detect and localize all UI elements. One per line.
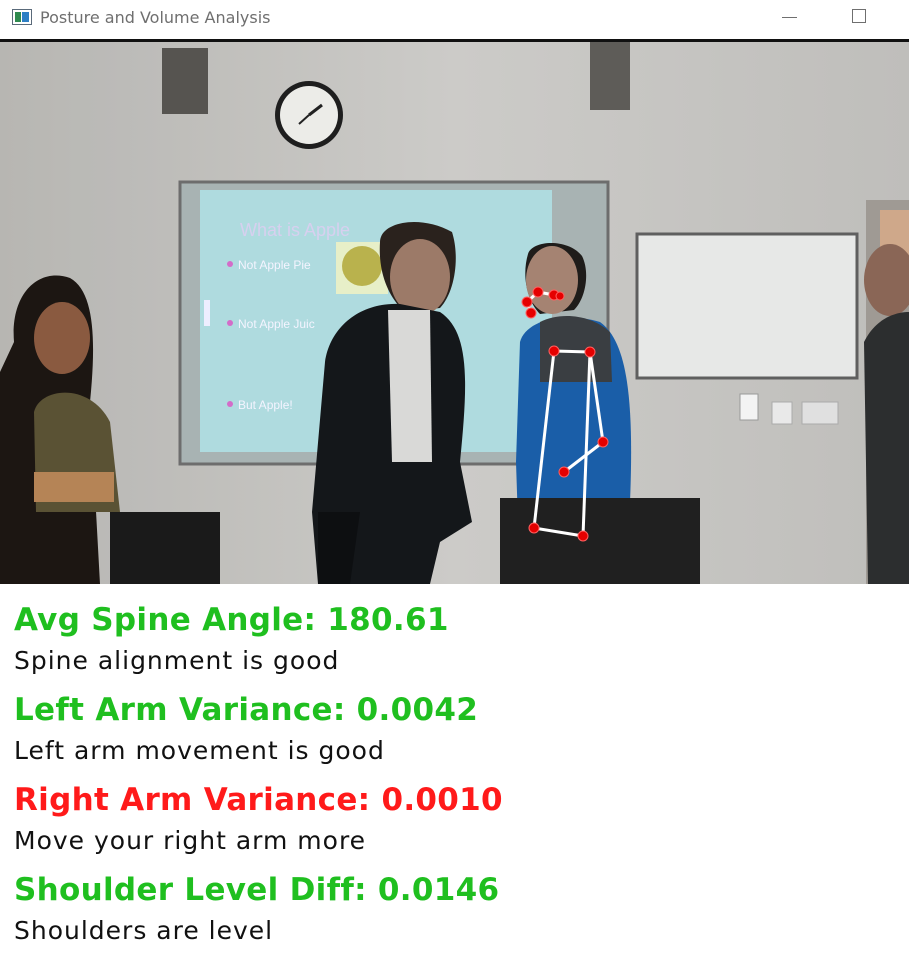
title-bar: Posture and Volume Analysis xyxy=(0,0,909,38)
joint-eye-left xyxy=(521,296,533,308)
wall-clock xyxy=(275,81,343,149)
video-frame: What is Apple Not Apple Pie Not Apple Ju… xyxy=(0,42,909,584)
minimize-icon[interactable] xyxy=(782,17,797,18)
slide-bullet-3: But Apple! xyxy=(238,398,293,412)
analysis-panel: Avg Spine Angle: 180.61 Spine alignment … xyxy=(0,584,909,976)
joint-elbow xyxy=(597,436,609,448)
joint-mouth xyxy=(525,307,537,319)
metric-spine-angle: Avg Spine Angle: 180.61 xyxy=(14,602,449,638)
metric-shoulder-level-diff: Shoulder Level Diff: 0.0146 xyxy=(14,872,500,908)
podium xyxy=(500,498,700,584)
message-right-arm-variance: Move your right arm more xyxy=(14,826,367,855)
message-left-arm-variance: Left arm movement is good xyxy=(14,736,385,765)
joint-nose xyxy=(532,286,544,298)
whiteboard xyxy=(635,232,859,380)
joint-hip-right xyxy=(577,530,589,542)
person-right xyxy=(864,244,909,584)
metric-left-arm-variance: Left Arm Variance: 0.0042 xyxy=(14,692,479,728)
slide-title: What is Apple xyxy=(240,220,350,240)
speaker-right xyxy=(590,42,630,110)
message-shoulder-level-diff: Shoulders are level xyxy=(14,916,274,945)
joint-hip-left xyxy=(528,522,540,534)
window-title: Posture and Volume Analysis xyxy=(40,8,271,27)
speaker-left xyxy=(162,48,208,114)
video-scene: What is Apple Not Apple Pie Not Apple Ju… xyxy=(0,42,909,584)
joint-shoulder-right xyxy=(584,346,596,358)
metric-right-arm-variance: Right Arm Variance: 0.0010 xyxy=(14,782,503,818)
slide-bullet-2: Not Apple Juic xyxy=(238,317,315,331)
joint-ear-right xyxy=(555,291,565,301)
slide-bullet-1: Not Apple Pie xyxy=(238,258,311,272)
app-window-icon xyxy=(12,9,32,25)
message-spine-angle: Spine alignment is good xyxy=(14,646,340,675)
maximize-icon[interactable] xyxy=(852,9,866,23)
joint-wrist xyxy=(558,466,570,478)
joint-shoulder-left xyxy=(548,345,560,357)
